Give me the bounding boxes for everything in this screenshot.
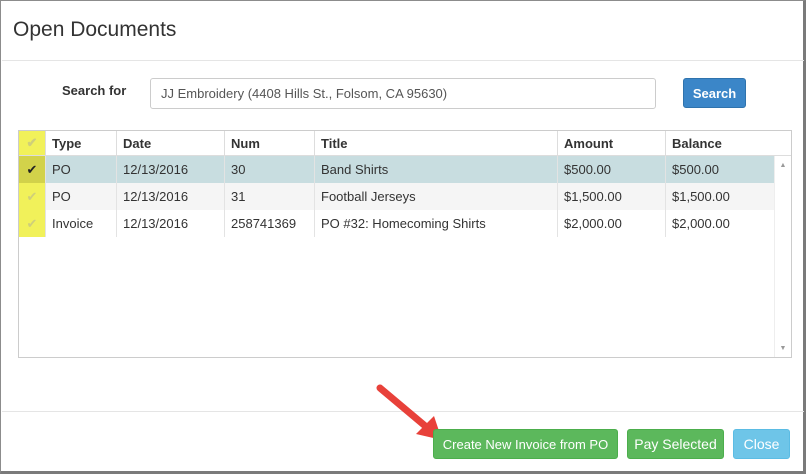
column-header-num[interactable]: Num <box>225 131 315 155</box>
cell-date: 12/13/2016 <box>117 210 225 237</box>
cell-balance: $500.00 <box>672 162 719 177</box>
table-scrollbar[interactable]: ▲ ▼ <box>774 156 791 357</box>
create-invoice-from-po-button[interactable]: Create New Invoice from PO <box>433 429 618 459</box>
scroll-up-icon[interactable]: ▲ <box>775 158 791 172</box>
check-icon: ✔ <box>26 188 38 204</box>
cell-title: PO #32: Homecoming Shirts <box>315 210 558 237</box>
column-header-amount[interactable]: Amount <box>558 131 666 155</box>
cell-date: 12/13/2016 <box>117 183 225 210</box>
dialog-header: Open Documents <box>2 2 804 61</box>
cell-num: 30 <box>225 156 315 183</box>
row-checkbox[interactable]: ✔ <box>19 156 46 183</box>
search-button[interactable]: Search <box>683 78 746 108</box>
select-all-checkbox[interactable]: ✔ <box>19 131 46 155</box>
column-header-type[interactable]: Type <box>46 131 117 155</box>
check-icon: ✔ <box>26 161 38 177</box>
cell-title: Football Jerseys <box>315 183 558 210</box>
table-row[interactable]: ✔ Invoice 12/13/2016 258741369 PO #32: H… <box>19 210 774 237</box>
row-checkbox[interactable]: ✔ <box>19 210 46 237</box>
table-header: ✔ Type Date Num Title Amount Balance <box>19 131 791 156</box>
table-row[interactable]: ✔ PO 12/13/2016 31 Football Jerseys $1,5… <box>19 183 774 210</box>
row-checkbox[interactable]: ✔ <box>19 183 46 210</box>
cell-amount: $1,500.00 <box>558 183 666 210</box>
check-icon: ✔ <box>26 215 38 231</box>
column-header-date[interactable]: Date <box>117 131 225 155</box>
search-label: Search for <box>62 83 127 98</box>
cell-title: Band Shirts <box>315 156 558 183</box>
column-header-title[interactable]: Title <box>315 131 558 155</box>
cell-amount: $2,000.00 <box>558 210 666 237</box>
close-button[interactable]: Close <box>733 429 790 459</box>
search-input[interactable] <box>150 78 656 109</box>
pay-selected-button[interactable]: Pay Selected <box>627 429 724 459</box>
cell-balance: $2,000.00 <box>672 216 730 231</box>
table-body: ✔ PO 12/13/2016 30 Band Shirts $500.00 $… <box>19 156 774 237</box>
scroll-down-icon[interactable]: ▼ <box>775 341 791 355</box>
cell-num: 258741369 <box>225 210 315 237</box>
cell-type: Invoice <box>46 210 117 237</box>
cell-type: PO <box>46 156 117 183</box>
table-row[interactable]: ✔ PO 12/13/2016 30 Band Shirts $500.00 $… <box>19 156 774 183</box>
cell-balance: $1,500.00 <box>672 189 730 204</box>
cell-date: 12/13/2016 <box>117 156 225 183</box>
dialog-title: Open Documents <box>13 18 177 41</box>
cell-type: PO <box>46 183 117 210</box>
documents-table: ✔ Type Date Num Title Amount Balance ✔ P… <box>18 130 792 358</box>
check-icon: ✔ <box>26 135 38 150</box>
column-header-balance[interactable]: Balance <box>666 131 774 155</box>
cell-amount: $500.00 <box>558 156 666 183</box>
cell-num: 31 <box>225 183 315 210</box>
